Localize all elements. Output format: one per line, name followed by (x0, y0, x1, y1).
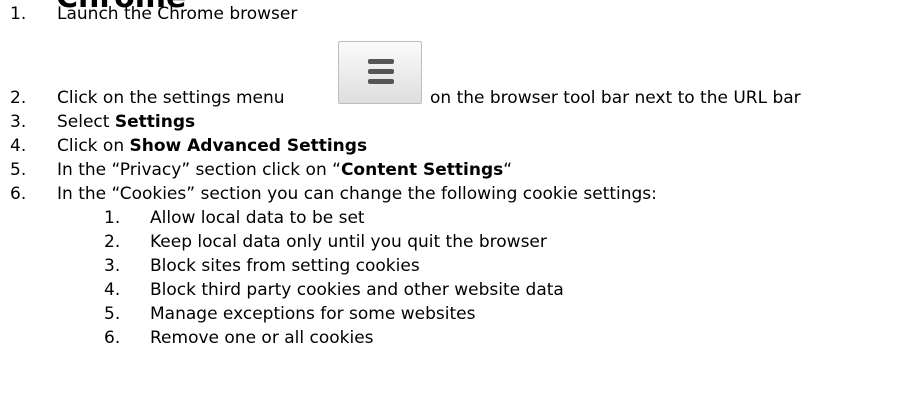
step-number: 4. (10, 136, 27, 156)
step-bold-text: Content Settings (340, 160, 504, 180)
step-text: In the “Cookies” section you can change … (57, 184, 657, 204)
sub-step-number: 3. (104, 256, 121, 276)
step-number: 2. (10, 88, 27, 108)
sub-step-number: 1. (104, 208, 121, 228)
step-text: Click on the settings menu (57, 88, 285, 108)
step-text-end: “ (503, 160, 513, 180)
sub-step-number: 4. (104, 280, 121, 300)
settings-menu-icon (338, 41, 422, 104)
sub-step-text: Block sites from setting cookies (150, 256, 420, 276)
sub-step-text: Remove one or all cookies (150, 328, 374, 348)
step-number: 6. (10, 184, 27, 204)
sub-step-text: Manage exceptions for some websites (150, 304, 476, 324)
step-text-continued: on the browser tool bar next to the URL … (430, 88, 801, 108)
step-text: Click on (57, 136, 130, 156)
step-number: 1. (10, 4, 27, 24)
sub-step-number: 6. (104, 328, 121, 348)
step-bold-text: Show Advanced Settings (129, 136, 368, 156)
step-number: 5. (10, 160, 27, 180)
step-text: In the “Privacy” section click on “ (57, 160, 341, 180)
sub-step-number: 5. (104, 304, 121, 324)
step-number: 3. (10, 112, 27, 132)
step-text: Launch the Chrome browser (57, 4, 298, 24)
sub-step-text: Block third party cookies and other webs… (150, 280, 564, 300)
sub-step-text: Allow local data to be set (150, 208, 365, 228)
sub-step-number: 2. (104, 232, 121, 252)
step-text: Select (57, 112, 115, 132)
step-bold-text: Settings (114, 112, 196, 132)
sub-step-text: Keep local data only until you quit the … (150, 232, 547, 252)
